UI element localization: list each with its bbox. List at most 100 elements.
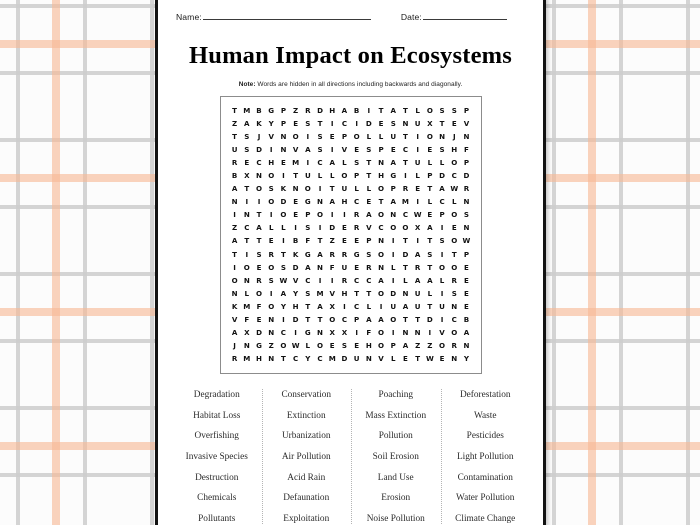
word-list-item[interactable]: Conservation bbox=[262, 385, 352, 406]
grid-cell[interactable]: D bbox=[314, 104, 326, 117]
grid-cell[interactable]: N bbox=[314, 195, 326, 208]
grid-cell[interactable]: P bbox=[387, 339, 399, 352]
grid-cell[interactable]: C bbox=[338, 313, 350, 326]
grid-cell[interactable]: S bbox=[314, 130, 326, 143]
grid-cell[interactable]: T bbox=[424, 234, 436, 247]
grid-cell[interactable]: T bbox=[363, 169, 375, 182]
grid-cell[interactable]: R bbox=[399, 182, 411, 195]
grid-cell[interactable]: P bbox=[460, 248, 472, 261]
grid-cell[interactable]: O bbox=[448, 208, 460, 221]
word-list-item[interactable]: Chemicals bbox=[172, 488, 262, 509]
grid-cell[interactable]: F bbox=[241, 313, 253, 326]
word-list-item[interactable]: Defaunation bbox=[262, 488, 352, 509]
grid-cell[interactable]: T bbox=[229, 104, 241, 117]
grid-cell[interactable]: I bbox=[302, 156, 314, 169]
grid-cell[interactable]: L bbox=[424, 287, 436, 300]
grid-cell[interactable]: N bbox=[229, 287, 241, 300]
grid-cell[interactable]: T bbox=[424, 182, 436, 195]
grid-cell[interactable]: H bbox=[290, 300, 302, 313]
grid-cell[interactable]: P bbox=[351, 313, 363, 326]
grid-cell[interactable]: O bbox=[375, 182, 387, 195]
grid-cell[interactable]: O bbox=[253, 182, 265, 195]
grid-cell[interactable]: I bbox=[387, 248, 399, 261]
grid-cell[interactable]: G bbox=[351, 248, 363, 261]
grid-cell[interactable]: D bbox=[436, 169, 448, 182]
grid-cell[interactable]: G bbox=[302, 326, 314, 339]
grid-cell[interactable]: E bbox=[265, 234, 277, 247]
grid-cell[interactable]: L bbox=[351, 182, 363, 195]
grid-cell[interactable]: N bbox=[363, 352, 375, 365]
grid-cell[interactable]: T bbox=[277, 352, 289, 365]
word-list-item[interactable]: Overfishing bbox=[172, 426, 262, 447]
grid-cell[interactable]: C bbox=[448, 313, 460, 326]
grid-cell[interactable]: O bbox=[253, 287, 265, 300]
grid-cell[interactable]: O bbox=[265, 169, 277, 182]
grid-cell[interactable]: I bbox=[253, 195, 265, 208]
grid-cell[interactable]: E bbox=[351, 234, 363, 247]
grid-cell[interactable]: U bbox=[412, 300, 424, 313]
grid-cell[interactable]: O bbox=[387, 221, 399, 234]
grid-cell[interactable]: S bbox=[424, 248, 436, 261]
grid-cell[interactable]: A bbox=[436, 182, 448, 195]
grid-cell[interactable]: P bbox=[460, 156, 472, 169]
grid-cell[interactable]: S bbox=[363, 248, 375, 261]
grid-cell[interactable]: O bbox=[448, 156, 460, 169]
grid-cell[interactable]: B bbox=[229, 169, 241, 182]
grid-cell[interactable]: L bbox=[363, 300, 375, 313]
grid-cell[interactable]: C bbox=[290, 352, 302, 365]
grid-cell[interactable]: A bbox=[314, 300, 326, 313]
grid-cell[interactable]: L bbox=[363, 130, 375, 143]
grid-cell[interactable]: N bbox=[375, 156, 387, 169]
grid-cell[interactable]: X bbox=[338, 326, 350, 339]
grid-cell[interactable]: L bbox=[387, 261, 399, 274]
grid-cell[interactable]: B bbox=[460, 313, 472, 326]
grid-cell[interactable]: N bbox=[387, 208, 399, 221]
word-list-item[interactable]: Noise Pollution bbox=[351, 509, 441, 525]
grid-cell[interactable]: H bbox=[265, 156, 277, 169]
grid-cell[interactable]: P bbox=[387, 182, 399, 195]
grid-cell[interactable]: O bbox=[387, 313, 399, 326]
grid-cell[interactable]: A bbox=[253, 221, 265, 234]
grid-cell[interactable]: N bbox=[265, 326, 277, 339]
grid-cell[interactable]: I bbox=[351, 326, 363, 339]
grid-cell[interactable]: E bbox=[460, 274, 472, 287]
grid-cell[interactable]: R bbox=[302, 104, 314, 117]
grid-cell[interactable]: L bbox=[399, 274, 411, 287]
word-list-item[interactable]: Destruction bbox=[172, 468, 262, 489]
grid-cell[interactable]: W bbox=[460, 234, 472, 247]
grid-cell[interactable]: I bbox=[412, 234, 424, 247]
grid-cell[interactable]: S bbox=[448, 104, 460, 117]
grid-cell[interactable]: D bbox=[363, 117, 375, 130]
grid-cell[interactable]: O bbox=[448, 261, 460, 274]
grid-cell[interactable]: T bbox=[399, 156, 411, 169]
grid-cell[interactable]: E bbox=[424, 143, 436, 156]
grid-cell[interactable]: A bbox=[338, 104, 350, 117]
grid-cell[interactable]: C bbox=[375, 221, 387, 234]
word-list-item[interactable]: Deforestation bbox=[441, 385, 531, 406]
grid-cell[interactable]: I bbox=[326, 274, 338, 287]
grid-cell[interactable]: U bbox=[302, 169, 314, 182]
grid-cell[interactable]: A bbox=[375, 313, 387, 326]
grid-cell[interactable]: T bbox=[448, 248, 460, 261]
grid-cell[interactable]: O bbox=[448, 234, 460, 247]
grid-cell[interactable]: L bbox=[424, 195, 436, 208]
grid-cell[interactable]: T bbox=[253, 208, 265, 221]
grid-cell[interactable]: T bbox=[399, 261, 411, 274]
grid-cell[interactable]: I bbox=[314, 274, 326, 287]
grid-cell[interactable]: N bbox=[265, 352, 277, 365]
grid-cell[interactable]: H bbox=[448, 143, 460, 156]
grid-cell[interactable]: A bbox=[399, 339, 411, 352]
grid-cell[interactable]: K bbox=[290, 248, 302, 261]
grid-cell[interactable]: I bbox=[399, 169, 411, 182]
grid-cell[interactable]: T bbox=[399, 130, 411, 143]
grid-cell[interactable]: H bbox=[338, 287, 350, 300]
grid-cell[interactable]: U bbox=[436, 300, 448, 313]
grid-cell[interactable]: C bbox=[241, 221, 253, 234]
grid-cell[interactable]: M bbox=[241, 300, 253, 313]
grid-cell[interactable]: D bbox=[326, 221, 338, 234]
grid-cell[interactable]: C bbox=[314, 156, 326, 169]
grid-cell[interactable]: A bbox=[399, 300, 411, 313]
grid-cell[interactable]: V bbox=[290, 143, 302, 156]
grid-cell[interactable]: Y bbox=[460, 352, 472, 365]
grid-cell[interactable]: O bbox=[436, 261, 448, 274]
